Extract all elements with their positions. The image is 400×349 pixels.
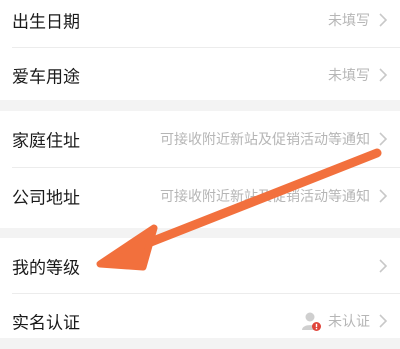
chevron-right-icon xyxy=(379,13,388,27)
row-label: 家庭住址 xyxy=(12,131,80,152)
row-value: 未认证 xyxy=(328,314,370,330)
row-car-usage[interactable]: 爱车用途 未填写 xyxy=(0,47,400,103)
row-value: 未填写 xyxy=(328,13,370,29)
chevron-right-icon xyxy=(379,68,388,82)
row-label: 公司地址 xyxy=(12,188,80,209)
chevron-right-icon xyxy=(379,189,388,203)
profile-section-basic: 出生日期 未填写 爱车用途 未填写 xyxy=(0,0,400,100)
chevron-right-icon xyxy=(379,132,388,146)
row-value: 可接收附近新站及促销活动等通知 xyxy=(160,189,370,205)
profile-section-account: 我的等级 实名认证 未认证 xyxy=(0,238,400,338)
row-label: 实名认证 xyxy=(12,313,80,334)
chevron-right-icon xyxy=(379,314,388,328)
row-company-address[interactable]: 公司地址 可接收附近新站及促销活动等通知 xyxy=(0,168,400,224)
row-value: 可接收附近新站及促销活动等通知 xyxy=(160,132,370,148)
row-label: 爱车用途 xyxy=(12,67,80,88)
row-real-name-verification[interactable]: 实名认证 未认证 xyxy=(0,293,400,349)
row-value: 未填写 xyxy=(328,68,370,84)
row-label: 我的等级 xyxy=(12,258,80,279)
row-label: 出生日期 xyxy=(12,12,80,33)
row-birth-date[interactable]: 出生日期 未填写 xyxy=(0,0,400,48)
profile-section-address: 家庭住址 可接收附近新站及促销活动等通知 公司地址 可接收附近新站及促销活动等通… xyxy=(0,111,400,228)
user-warning-icon xyxy=(302,312,321,331)
row-home-address[interactable]: 家庭住址 可接收附近新站及促销活动等通知 xyxy=(0,111,400,167)
row-my-level[interactable]: 我的等级 xyxy=(0,238,400,294)
chevron-right-icon xyxy=(379,259,388,273)
